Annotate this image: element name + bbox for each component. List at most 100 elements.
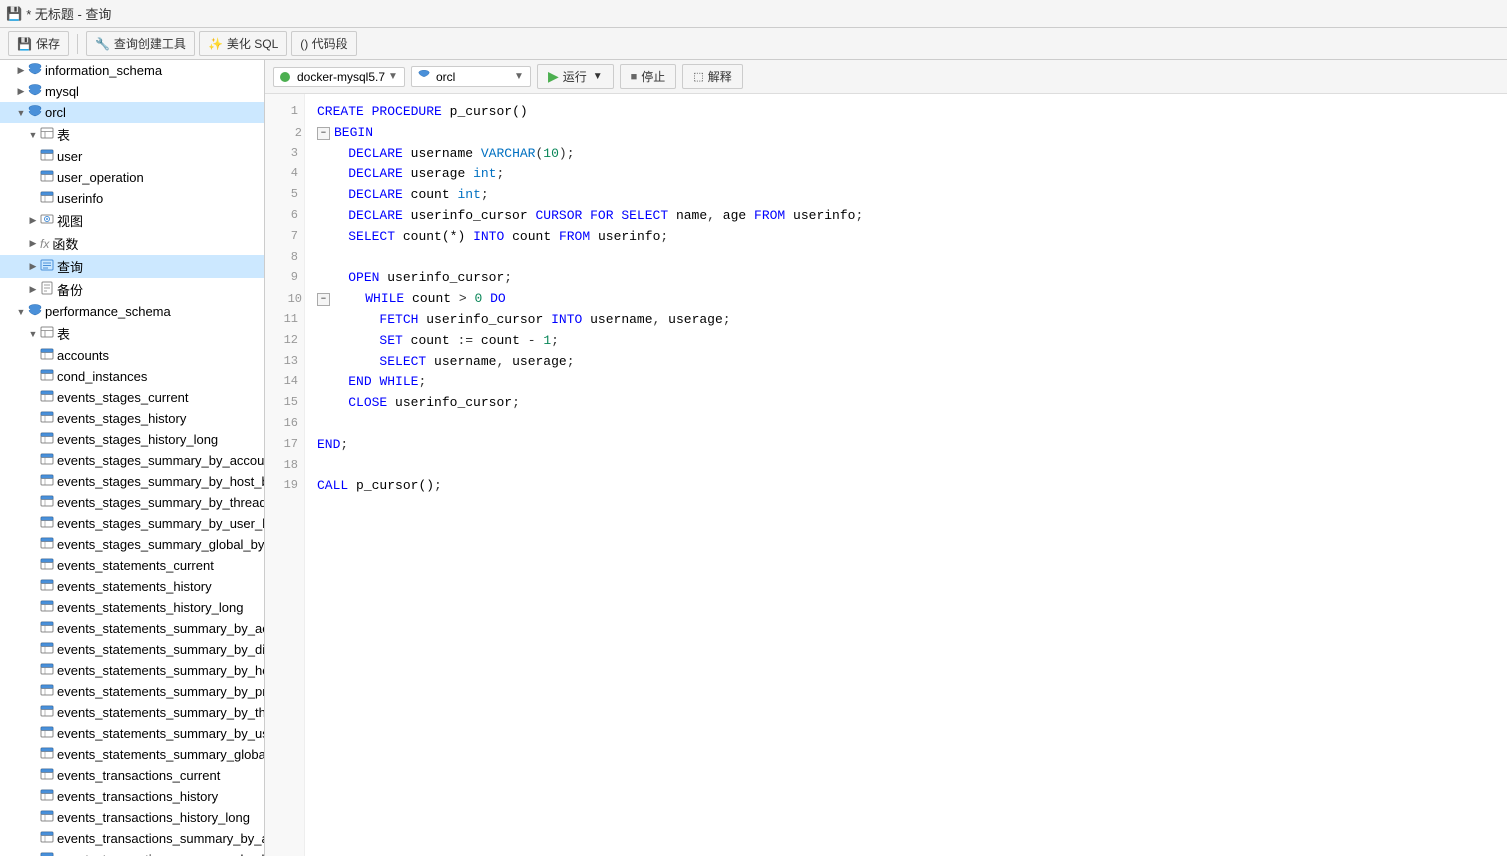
table-icon — [40, 452, 54, 469]
code-line-4: DECLARE userage int; — [317, 164, 1495, 185]
sidebar-item-events_transactions_history[interactable]: events_transactions_history — [0, 786, 264, 807]
beautify-icon: ✨ — [208, 37, 223, 51]
code-snippet-label: () 代码段 — [300, 35, 347, 52]
line-number-6: 6 — [265, 206, 304, 227]
sidebar-item-functions-group[interactable]: ▶ fx 函数 — [0, 232, 264, 255]
save-button[interactable]: 💾 保存 — [8, 31, 69, 56]
token-kw: BEGIN — [334, 123, 373, 144]
line-number-15: 15 — [265, 393, 304, 414]
sidebar-item-tables-group[interactable]: ▼ 表 — [0, 123, 264, 146]
code-line-15: CLOSE userinfo_cursor; — [317, 393, 1495, 414]
sidebar-label-user-operation: user_operation — [57, 170, 144, 185]
sidebar-item-queries-group[interactable]: ▶ 查询 — [0, 255, 264, 278]
sidebar-item-events_stages_current[interactable]: events_stages_current — [0, 387, 264, 408]
run-button[interactable]: ▶ 运行 ▼ — [537, 64, 614, 89]
db-icon-perf — [28, 303, 42, 320]
sidebar-item-events_stages_summary_by_accou[interactable]: events_stages_summary_by_accou — [0, 450, 264, 471]
token-op: , — [496, 352, 504, 373]
token-kw: DECLARE — [348, 185, 403, 206]
sidebar-label-userinfo: userinfo — [57, 191, 103, 206]
sidebar-item-events_statements_summary_by_us[interactable]: events_statements_summary_by_us — [0, 723, 264, 744]
toolbar-separator — [77, 34, 78, 54]
code-editor[interactable]: 12345678910111213141516171819 CREATE PRO… — [265, 94, 1507, 856]
sidebar-item-events_transactions_history_long[interactable]: events_transactions_history_long — [0, 807, 264, 828]
token-kw: OPEN — [348, 268, 379, 289]
tab-title: * 无标题 - 查询 — [26, 4, 111, 23]
sidebar-item-orcl[interactable]: ▼ orcl — [0, 102, 264, 123]
sidebar-item-events_stages_summary_by_host_b[interactable]: events_stages_summary_by_host_b — [0, 471, 264, 492]
sidebar-item-events_transactions_current[interactable]: events_transactions_current — [0, 765, 264, 786]
sidebar-item-events_statements_current[interactable]: events_statements_current — [0, 555, 264, 576]
database-select[interactable]: orcl ▼ — [411, 66, 531, 87]
line-number-17: 17 — [265, 435, 304, 456]
table-icon — [40, 557, 54, 574]
table-icon — [40, 536, 54, 553]
token-ident: age — [723, 206, 746, 227]
token-kw: PROCEDURE — [372, 102, 442, 123]
sidebar-item-events_transactions_summary_by_h[interactable]: events_transactions_summary_by_h — [0, 849, 264, 856]
sidebar-item-information-schema[interactable]: ▶ information_schema — [0, 60, 264, 81]
token-kw: INTO — [473, 227, 504, 248]
token-op: ; — [551, 331, 559, 352]
sidebar-item-events_statements_summary_by_ho[interactable]: events_statements_summary_by_ho — [0, 660, 264, 681]
token-kw: DO — [490, 289, 506, 310]
token-op: , — [707, 206, 715, 227]
sidebar-item-accounts[interactable]: accounts — [0, 345, 264, 366]
collapse-arrow-tables2: ▼ — [28, 329, 38, 339]
sidebar-item-performance-schema[interactable]: ▼ performance_schema — [0, 301, 264, 322]
sidebar-item-mysql[interactable]: ▶ mysql — [0, 81, 264, 102]
sidebar-item-events_stages_history_long[interactable]: events_stages_history_long — [0, 429, 264, 450]
beautify-button[interactable]: ✨ 美化 SQL — [199, 31, 287, 56]
code-line-16 — [317, 414, 1495, 435]
token-ident: count — [481, 331, 520, 352]
table-icon — [40, 148, 54, 165]
code-content[interactable]: CREATE PROCEDURE p_cursor()−BEGIN DECLAR… — [305, 94, 1507, 856]
sidebar-item-events_statements_summary_globa[interactable]: events_statements_summary_globa — [0, 744, 264, 765]
conn-bar: docker-mysql5.7 ▼ orcl ▼ ▶ 运行 ▼ ■ 停止 ⬚ — [265, 60, 1507, 94]
sidebar-item-cond_instances[interactable]: cond_instances — [0, 366, 264, 387]
code-line-12: SET count := count - 1; — [317, 331, 1495, 352]
sidebar-label-information-schema: information_schema — [45, 63, 162, 78]
conn-dropdown-arrow: ▼ — [388, 71, 398, 82]
sidebar-item-events_stages_history[interactable]: events_stages_history — [0, 408, 264, 429]
code-line-5: DECLARE count int; — [317, 185, 1495, 206]
sidebar-item-tables-group2[interactable]: ▼ 表 — [0, 322, 264, 345]
code-line-18 — [317, 456, 1495, 477]
collapse-arrow-queries: ▶ — [28, 262, 38, 272]
save-icon: 💾 — [17, 37, 32, 51]
table-icon — [40, 704, 54, 721]
query-builder-button[interactable]: 🔧 查询创建工具 — [86, 31, 195, 56]
collapse-marker-2[interactable]: − — [317, 127, 330, 140]
table-icon — [40, 190, 54, 207]
sidebar-item-events_statements_history_long[interactable]: events_statements_history_long — [0, 597, 264, 618]
sidebar-item-events_stages_summary_by_thread[interactable]: events_stages_summary_by_thread — [0, 492, 264, 513]
sidebar-item-user-table[interactable]: user — [0, 146, 264, 167]
token-ident: username — [434, 352, 496, 373]
token-num: 10 — [543, 144, 559, 165]
save-label: 保存 — [36, 35, 60, 52]
collapse-marker-10[interactable]: − — [317, 293, 330, 306]
token-op: ; — [504, 268, 512, 289]
sidebar-item-events_statements_summary_by_ac[interactable]: events_statements_summary_by_ac — [0, 618, 264, 639]
line-number-11: 11 — [265, 310, 304, 331]
sidebar-item-events_transactions_summary_by_a[interactable]: events_transactions_summary_by_a — [0, 828, 264, 849]
token-op: ; — [496, 164, 504, 185]
sidebar-item-events_stages_summary_global_by[interactable]: events_stages_summary_global_by — [0, 534, 264, 555]
sidebar-item-backup-group[interactable]: ▶ 备份 — [0, 278, 264, 301]
sidebar-item-views-group[interactable]: ▶ 视图 — [0, 209, 264, 232]
token-ident: userinfo_cursor — [395, 393, 512, 414]
table-icon — [40, 169, 54, 186]
function-icon: fx — [40, 237, 49, 251]
sidebar[interactable]: ▶ information_schema ▶ mysql ▼ orcl ▼ — [0, 60, 265, 856]
code-snippet-button[interactable]: () 代码段 — [291, 31, 356, 56]
connection-select[interactable]: docker-mysql5.7 ▼ — [273, 67, 405, 87]
sidebar-item-events_stages_summary_by_user_b[interactable]: events_stages_summary_by_user_b — [0, 513, 264, 534]
sidebar-item-user-operation-table[interactable]: user_operation — [0, 167, 264, 188]
explain-button[interactable]: ⬚ 解释 — [682, 64, 742, 89]
stop-button[interactable]: ■ 停止 — [620, 64, 677, 89]
sidebar-item-events_statements_summary_by_pr[interactable]: events_statements_summary_by_pr — [0, 681, 264, 702]
sidebar-item-events_statements_summary_by_di[interactable]: events_statements_summary_by_di — [0, 639, 264, 660]
sidebar-item-userinfo-table[interactable]: userinfo — [0, 188, 264, 209]
sidebar-item-events_statements_summary_by_th[interactable]: events_statements_summary_by_th — [0, 702, 264, 723]
sidebar-item-events_statements_history[interactable]: events_statements_history — [0, 576, 264, 597]
